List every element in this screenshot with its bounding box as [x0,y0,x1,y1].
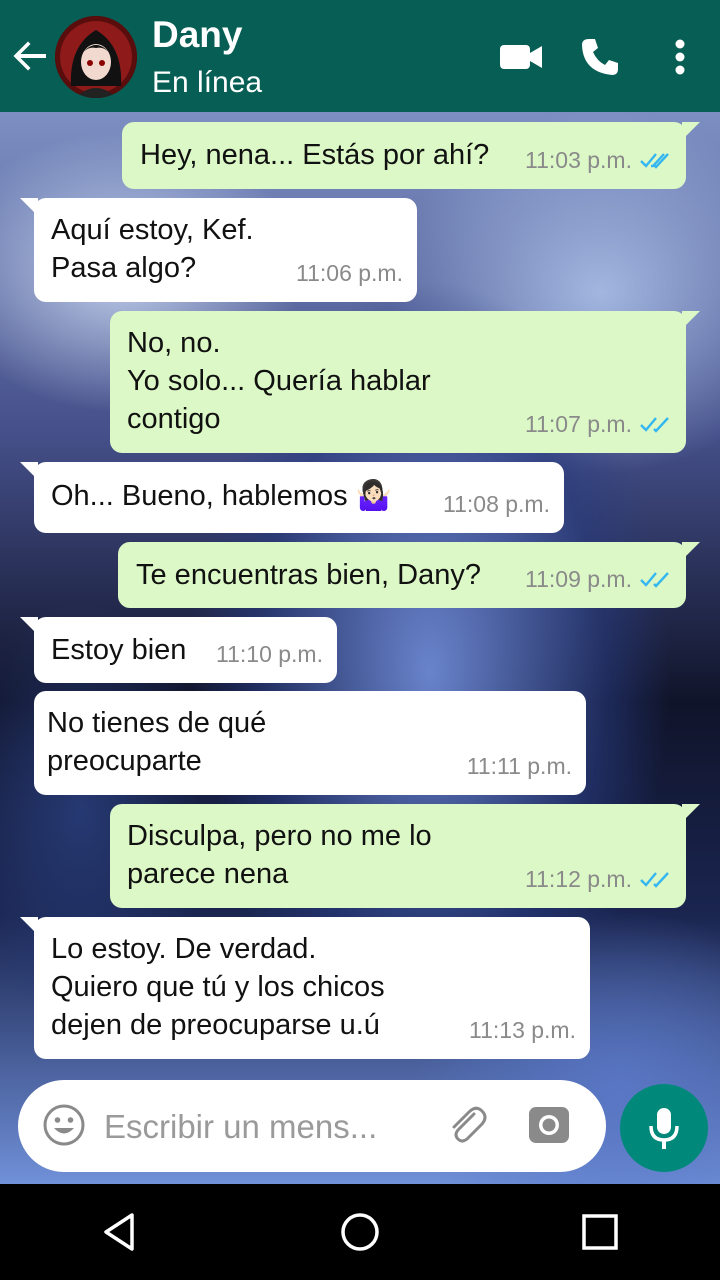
message-bubble[interactable]: Disculpa, pero no me lo parece nena 11:1… [110,804,700,908]
message-meta: 11:06 p.m. [296,254,403,292]
message-bubble[interactable]: No tienes de qué preocuparte 11:11 p.m. [34,691,586,795]
message-time: 11:09 p.m. [525,566,632,592]
message-bubble[interactable]: Estoy bien 11:10 p.m. [20,617,337,683]
message-text: Lo estoy. De verdad. Quiero que tú y los… [51,933,385,1041]
attach-icon[interactable] [444,1102,490,1148]
message-time: 11:03 p.m. [525,147,632,173]
nav-back-icon[interactable] [96,1208,144,1256]
back-arrow-icon[interactable] [8,34,52,78]
message-bubble[interactable]: No, no. Yo solo... Quería hablar contigo… [110,311,700,453]
voice-message-button[interactable] [620,1084,708,1172]
message-time: 11:11 p.m. [466,753,572,779]
message-meta: 11:11 p.m. [467,747,572,785]
message-time: 11:10 p.m. [216,641,323,667]
message-meta: 11:12 p.m. [525,860,672,898]
chat-header: Dany En línea [0,0,720,112]
message-input[interactable]: Escribir un mens... [104,1108,377,1146]
message-meta: 11:09 p.m. [525,560,672,598]
message-time: 11:07 p.m. [525,411,632,437]
nav-home-icon[interactable] [336,1208,384,1256]
emoji-icon[interactable] [42,1103,86,1147]
contact-status: En línea [152,66,263,99]
microphone-icon [649,1108,679,1149]
message-bubble[interactable]: Te encuentras bien, Dany? 11:09 p.m. [118,542,700,608]
message-meta: 11:07 p.m. [525,405,672,443]
voice-call-icon[interactable] [577,34,623,80]
read-ticks-icon [640,572,669,588]
more-options-icon[interactable] [657,34,703,80]
message-time: 11:12 p.m. [525,866,632,892]
message-time: 11:13 p.m. [469,1017,576,1043]
message-bubble[interactable]: Aquí estoy, Kef. Pasa algo? 11:06 p.m. [20,198,417,302]
read-ticks-icon [640,417,669,433]
message-time: 11:08 p.m. [443,491,550,517]
message-meta: 11:03 p.m. [525,141,672,179]
message-time: 11:06 p.m. [296,260,403,286]
message-meta: 11:10 p.m. [216,635,323,673]
message-text: No tienes de qué preocuparte [47,707,267,777]
message-text: Te encuentras bien, Dany? [136,559,481,591]
contact-name[interactable]: Dany [152,14,242,56]
message-bubble[interactable]: Hey, nena... Estás por ahí? 11:03 p.m. [122,122,700,189]
message-bubble[interactable]: Oh... Bueno, hablemos 🤷🏻‍♀️ 11:08 p.m. [20,462,564,533]
message-text: Aquí estoy, Kef. Pasa algo? [51,214,254,284]
message-meta: 11:08 p.m. [443,485,550,523]
chat-area[interactable]: Hey, nena... Estás por ahí? 11:03 p.m. A… [0,112,720,1184]
system-nav-bar [0,1184,720,1280]
read-ticks-icon [640,872,669,888]
video-call-icon[interactable] [498,34,544,80]
message-text: Oh... Bueno, hablemos 🤷🏻‍♀️ [51,480,392,512]
message-input-bar[interactable]: Escribir un mens... [18,1080,606,1172]
message-text: No, no. Yo solo... Quería hablar contigo [127,327,431,435]
message-text: Estoy bien [51,634,187,666]
message-text: Hey, nena... Estás por ahí? [140,139,490,171]
nav-recents-icon[interactable] [576,1208,624,1256]
read-ticks-icon [640,153,669,169]
message-bubble[interactable]: Lo estoy. De verdad. Quiero que tú y los… [20,917,590,1059]
message-text: Disculpa, pero no me lo parece nena [127,820,432,890]
message-meta: 11:13 p.m. [469,1011,576,1049]
camera-icon[interactable] [526,1102,572,1148]
contact-avatar[interactable] [55,16,137,98]
